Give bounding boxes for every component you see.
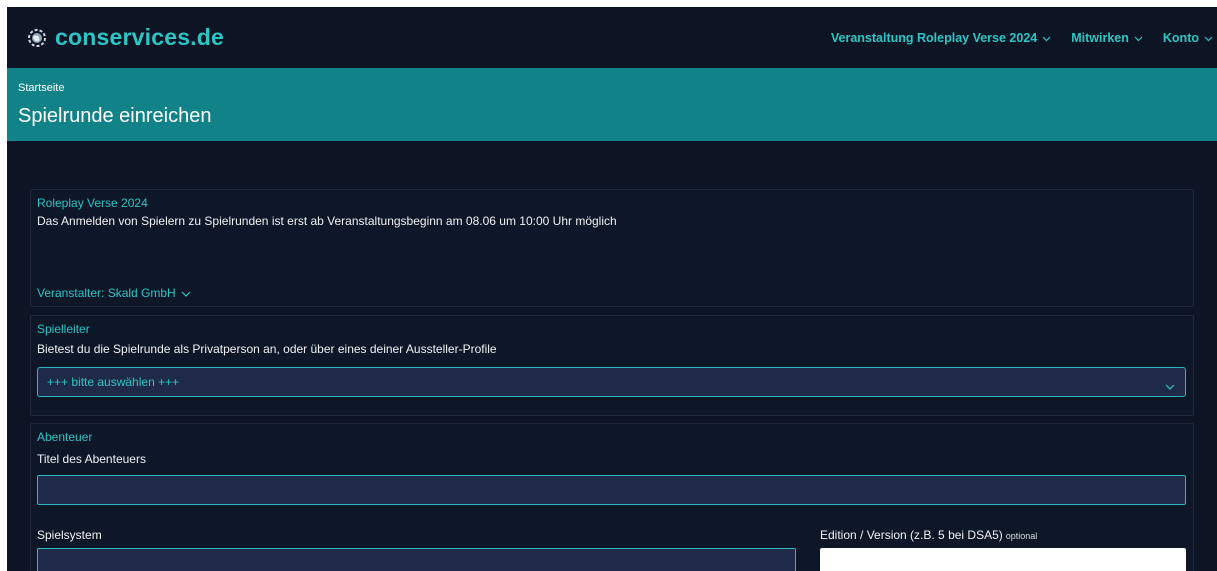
page: conservices.de Veranstaltung Roleplay Ve… bbox=[7, 7, 1217, 571]
page-header: Startseite Spielrunde einreichen bbox=[7, 68, 1217, 141]
brand[interactable]: conservices.de bbox=[27, 24, 224, 51]
nav-item-label: Veranstaltung Roleplay Verse 2024 bbox=[830, 30, 1038, 45]
title-label: Titel des Abenteuers bbox=[37, 452, 146, 466]
chevron-down-icon bbox=[1134, 31, 1143, 45]
nav-item-account[interactable]: Konto bbox=[1163, 31, 1213, 45]
edition-label: Edition / Version (z.B. 5 bei DSA5) optio… bbox=[820, 528, 1037, 542]
nav-item-contribute[interactable]: Mitwirken bbox=[1071, 31, 1143, 45]
page-title: Spielrunde einreichen bbox=[18, 105, 212, 127]
event-title: Roleplay Verse 2024 bbox=[37, 196, 148, 210]
organizer-label: Veranstalter: Skald GmbH bbox=[37, 286, 176, 300]
nav-menu: Veranstaltung Roleplay Verse 2024 Mitwir… bbox=[831, 7, 1217, 68]
nav-item-event[interactable]: Veranstaltung Roleplay Verse 2024 bbox=[831, 31, 1051, 45]
edition-label-text: Edition / Version (z.B. 5 bei DSA5) bbox=[820, 528, 1003, 542]
event-notice: Das Anmelden von Spielern zu Spielrunden… bbox=[37, 214, 617, 228]
optional-label: optional bbox=[1005, 531, 1038, 541]
adventure-title-input[interactable] bbox=[37, 475, 1186, 505]
adventure-title: Abenteuer bbox=[37, 430, 93, 444]
nav-item-label: Konto bbox=[1162, 30, 1199, 45]
gm-select-value: +++ bitte auswählen +++ bbox=[47, 375, 180, 389]
globe-gear-icon bbox=[27, 28, 47, 48]
chevron-down-icon bbox=[1042, 31, 1051, 45]
chevron-down-icon bbox=[1204, 31, 1213, 45]
system-label: Spielsystem bbox=[37, 528, 102, 542]
chevron-down-icon bbox=[181, 286, 191, 300]
edition-input[interactable] bbox=[820, 548, 1186, 571]
adventure-panel: Abenteuer Titel des Abenteuers Spielsyst… bbox=[30, 423, 1194, 571]
breadcrumb[interactable]: Startseite bbox=[18, 82, 64, 94]
top-navbar: conservices.de Veranstaltung Roleplay Ve… bbox=[7, 7, 1217, 68]
event-panel: Roleplay Verse 2024 Das Anmelden von Spi… bbox=[30, 189, 1194, 307]
gm-title: Spielleiter bbox=[37, 322, 90, 336]
brand-name: conservices.de bbox=[55, 24, 225, 50]
gm-select[interactable]: +++ bitte auswählen +++ bbox=[37, 367, 1186, 397]
system-input[interactable] bbox=[37, 548, 796, 571]
gm-panel: Spielleiter Bietest du die Spielrunde al… bbox=[30, 315, 1194, 416]
organizer-toggle[interactable]: Veranstalter: Skald GmbH bbox=[37, 286, 191, 300]
gm-question: Bietest du die Spielrunde als Privatpers… bbox=[37, 342, 497, 356]
chevron-down-icon bbox=[1165, 377, 1175, 395]
nav-item-label: Mitwirken bbox=[1071, 30, 1129, 45]
